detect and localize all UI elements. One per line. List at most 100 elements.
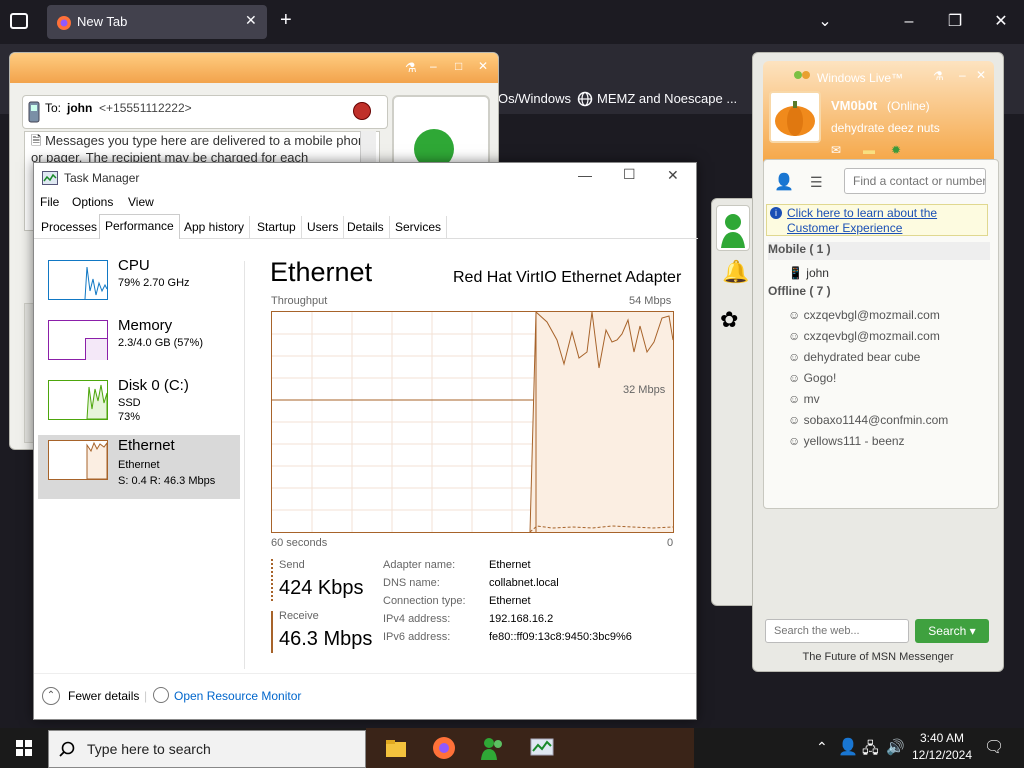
bookmark-item[interactable]: MEMZ and Noescape ... xyxy=(597,91,737,106)
tab-services[interactable]: Services xyxy=(390,216,448,238)
taskbar-search-box[interactable]: Type here to search xyxy=(48,730,366,768)
msn-butterfly-icon[interactable]: ✹ xyxy=(891,143,901,157)
contact-item[interactable]: ☺ cxzqevbgl@mozmail.com xyxy=(788,308,940,322)
sidebar-item-disk[interactable]: Disk 0 (C:) SSD 73% xyxy=(38,375,240,435)
group-label: Mobile ( 1 ) xyxy=(768,242,831,256)
offline-user-icon: ☺ xyxy=(788,371,804,385)
web-search-button[interactable]: Search ▾ xyxy=(915,619,989,643)
user-name[interactable]: VM0b0t xyxy=(831,98,877,113)
tab-app-history[interactable]: App history xyxy=(179,216,251,238)
minimize-button[interactable]: — xyxy=(578,167,592,183)
adapter-name: Red Hat VirtIO Ethernet Adapter xyxy=(453,269,682,286)
group-header[interactable]: Mobile ( 1 ) xyxy=(768,242,990,260)
clock-date[interactable]: 12/12/2024 xyxy=(910,748,974,762)
restore-button[interactable]: ❐ xyxy=(932,8,978,36)
throughput-chart xyxy=(272,310,674,533)
file-explorer-icon[interactable] xyxy=(385,738,407,758)
sidebar-item-cpu[interactable]: CPU 79% 2.70 GHz xyxy=(38,255,240,315)
email-icon[interactable]: ✉ xyxy=(831,143,841,157)
firefox-icon[interactable] xyxy=(432,736,456,760)
minimize-button[interactable]: – xyxy=(430,59,437,73)
bell-icon[interactable]: 🔔 xyxy=(722,259,749,285)
new-tab-icon[interactable]: + xyxy=(280,9,292,32)
contact-item[interactable]: ☺ cxzqevbgl@mozmail.com xyxy=(788,329,940,343)
footer-divider xyxy=(34,673,696,674)
maximize-button[interactable]: ☐ xyxy=(623,166,636,183)
offline-user-icon: ☺ xyxy=(788,308,804,322)
messenger-tray-icon[interactable]: 👤 xyxy=(838,737,858,757)
contact-item[interactable]: ☺ sobaxo1144@confmin.com xyxy=(788,413,948,427)
close-window-button[interactable]: ✕ xyxy=(978,8,1024,36)
sidebar-value: SSD xyxy=(118,397,141,409)
close-tab-icon[interactable]: ✕ xyxy=(245,12,257,29)
minimize-button[interactable]: – xyxy=(886,8,932,36)
block-icon[interactable] xyxy=(353,102,371,120)
close-button[interactable]: ✕ xyxy=(976,68,986,82)
menu-file[interactable]: File xyxy=(40,195,59,209)
chevron-down-icon[interactable]: ⌄ xyxy=(802,8,848,36)
volume-icon[interactable]: 🔊 xyxy=(886,738,905,756)
sidebar-item-memory[interactable]: Memory 2.3/4.0 GB (57%) xyxy=(38,315,240,375)
graph-time-label: 60 seconds xyxy=(271,537,328,549)
sidebar-label: Disk 0 (C:) xyxy=(118,377,189,394)
pumpkin-icon xyxy=(775,101,815,136)
clock-time[interactable]: 3:40 AM xyxy=(916,731,968,745)
notification-icon[interactable]: 🗨 xyxy=(984,737,1004,757)
butterfly-icon[interactable]: ✿ xyxy=(720,307,738,333)
open-resource-monitor-link[interactable]: Open Resource Monitor xyxy=(174,689,301,703)
prop-value: Ethernet xyxy=(489,595,531,607)
chevron-up-icon[interactable]: ⌃ xyxy=(42,687,60,705)
tab-performance[interactable]: Performance xyxy=(99,214,180,239)
task-manager-icon[interactable] xyxy=(530,737,554,759)
bookmark-item[interactable]: Os/Windows xyxy=(498,91,571,106)
folder-icon[interactable]: ▬ xyxy=(863,143,875,157)
close-button[interactable]: ✕ xyxy=(478,59,488,73)
contact-item[interactable]: ☺ yellows111 - beenz xyxy=(788,434,905,448)
menu-view[interactable]: View xyxy=(128,195,154,209)
customer-experience-link[interactable]: Click here to learn about the Customer E… xyxy=(787,206,947,236)
menu-options[interactable]: Options xyxy=(72,195,113,209)
messenger-icon[interactable] xyxy=(480,736,506,760)
browser-tab-title: New Tab xyxy=(77,14,128,29)
conversation-title-bar[interactable]: ⚗ – □ ✕ xyxy=(10,53,498,83)
group-header[interactable]: Offline ( 7 ) xyxy=(768,284,990,302)
contact-john[interactable]: 📱 john xyxy=(788,266,829,280)
sidebar-label: CPU xyxy=(118,257,150,274)
add-contact-icon[interactable]: 👤 xyxy=(774,172,794,192)
browser-tab-new-tab[interactable]: New Tab ✕ xyxy=(47,5,267,39)
contact-item[interactable]: ☺ dehydrated bear cube xyxy=(788,350,920,364)
close-button[interactable]: ✕ xyxy=(667,167,679,184)
list-options-icon[interactable]: ☰ xyxy=(810,174,823,191)
tab-users[interactable]: Users xyxy=(302,216,345,238)
find-contact-input[interactable] xyxy=(844,168,986,194)
info-icon: 🗎 xyxy=(31,133,46,148)
offline-user-icon: ☺ xyxy=(788,434,804,448)
windows-start-icon[interactable] xyxy=(16,740,32,756)
contact-item[interactable]: ☺ Gogo! xyxy=(788,371,836,385)
sidebar-label: Memory xyxy=(118,317,173,334)
sidebar-item-ethernet[interactable]: Ethernet Ethernet S: 0.4 R: 46.3 Mbps xyxy=(38,435,240,499)
fewer-details-link[interactable]: Fewer details xyxy=(68,689,139,703)
minimize-button[interactable]: – xyxy=(959,68,966,82)
menu-icon[interactable]: ⚗ xyxy=(405,60,417,76)
maximize-button[interactable]: □ xyxy=(455,59,462,73)
mobile-notice-text: Messages you type here are delivered to … xyxy=(31,133,373,165)
prop-label: DNS name: xyxy=(383,577,440,589)
cpu-thumbnail xyxy=(48,260,108,300)
contact-item[interactable]: ☺ mv xyxy=(788,392,820,406)
contact-list-window: Windows Live™ ⚗ – ✕ VM0b0t (Online) dehy… xyxy=(752,52,1004,672)
list-all-tabs-icon[interactable] xyxy=(10,13,28,29)
tab-details[interactable]: Details xyxy=(342,216,390,238)
menu-icon[interactable]: ⚗ xyxy=(933,69,944,83)
chevron-up-icon[interactable]: ⌃ xyxy=(816,739,828,756)
tab-startup[interactable]: Startup xyxy=(252,216,302,238)
display-picture[interactable] xyxy=(769,91,821,143)
network-icon[interactable]: 🖧 xyxy=(862,738,879,763)
status-text[interactable]: (Online) xyxy=(887,99,930,113)
personal-message[interactable]: dehydrate deez nuts xyxy=(831,121,940,135)
offline-user-icon: ☺ xyxy=(788,350,804,364)
contacts-tab[interactable] xyxy=(716,205,750,251)
tab-processes[interactable]: Processes xyxy=(36,216,104,238)
web-search-input[interactable] xyxy=(765,619,909,643)
receive-value: 46.3 Mbps xyxy=(279,628,373,650)
